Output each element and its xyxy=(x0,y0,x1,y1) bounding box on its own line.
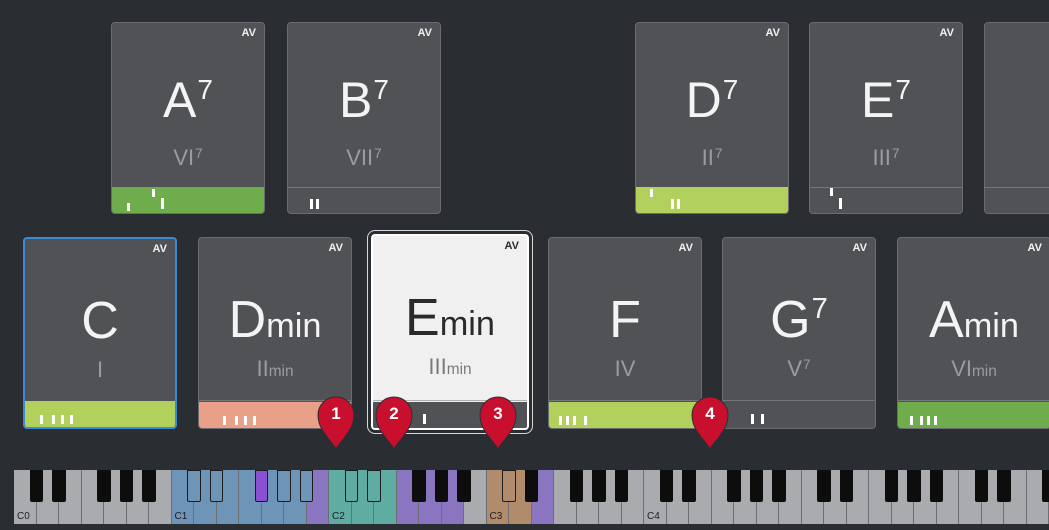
voicing-marker-3: 3 xyxy=(474,393,522,451)
octave-label: C3 xyxy=(489,511,503,522)
black-key[interactable] xyxy=(187,470,201,502)
marker-number: 3 xyxy=(493,404,503,423)
black-key[interactable] xyxy=(142,470,156,502)
octave-label: C0 xyxy=(17,511,30,522)
marker-number: 4 xyxy=(705,404,715,423)
voicing-indicator xyxy=(25,401,175,427)
voicing-indicator xyxy=(723,402,875,428)
chord-pad-c[interactable]: AV C I xyxy=(23,237,177,429)
chord-pad-f[interactable]: AV F IV xyxy=(548,237,702,429)
black-key[interactable] xyxy=(929,470,944,502)
chord-pads-area: AV A7 VI7 AV B7 VII7 AV D7 II7 AV E7 III… xyxy=(0,0,1049,450)
adaptive-voicing-badge: AV xyxy=(328,242,343,254)
black-key[interactable] xyxy=(974,470,989,502)
black-key[interactable] xyxy=(569,470,584,502)
chord-degree: IIImin xyxy=(428,354,472,379)
pad-divider xyxy=(985,187,1049,188)
black-key[interactable] xyxy=(412,470,426,502)
chord-name: Amin xyxy=(929,291,1019,349)
black-key[interactable] xyxy=(277,470,291,502)
adaptive-voicing-badge: AV xyxy=(852,242,867,254)
chord-pad-b7[interactable]: AV B7 VII7 xyxy=(287,22,441,214)
voicing-indicator xyxy=(898,402,1049,428)
black-key[interactable] xyxy=(592,470,606,502)
chord-degree: V7 xyxy=(787,356,811,381)
adaptive-voicing-badge: AV xyxy=(1027,242,1042,254)
black-key[interactable] xyxy=(614,470,629,502)
octave-label: C2 xyxy=(332,511,345,522)
voicing-indicator xyxy=(549,402,701,428)
black-key[interactable] xyxy=(367,470,381,502)
black-key[interactable] xyxy=(997,470,1011,502)
chord-name: B7 xyxy=(339,72,389,128)
black-key[interactable] xyxy=(817,470,831,502)
voicing-indicator xyxy=(288,187,440,213)
piano-keyboard[interactable]: C0 C1 C2 C3 C4 xyxy=(14,470,1049,524)
voicing-marker-1: 1 xyxy=(312,393,360,451)
black-key[interactable] xyxy=(119,470,134,502)
black-key[interactable] xyxy=(659,470,674,502)
black-key[interactable] xyxy=(344,470,359,502)
pad-divider xyxy=(549,400,701,401)
adaptive-voicing-badge: AV xyxy=(152,243,167,255)
black-key[interactable] xyxy=(749,470,764,502)
voicing-marker-4: 4 xyxy=(686,393,734,451)
adaptive-voicing-badge: AV xyxy=(504,240,519,252)
chord-degree: II7 xyxy=(701,145,723,170)
black-key[interactable] xyxy=(299,470,314,502)
chord-degree: VImin xyxy=(951,356,997,381)
adaptive-voicing-badge: AV xyxy=(417,27,432,39)
chord-name: F xyxy=(609,291,641,349)
marker-number: 1 xyxy=(331,404,341,423)
chord-name: G7 xyxy=(770,291,828,349)
voicing-marker-2: 2 xyxy=(370,393,418,451)
pad-divider xyxy=(723,400,875,401)
chord-name: A7 xyxy=(163,72,213,128)
chord-pad-d7[interactable]: AV D7 II7 xyxy=(635,22,789,214)
adaptive-voicing-badge: AV xyxy=(765,27,780,39)
chord-degree: III7 xyxy=(872,145,900,170)
chord-pad-amin[interactable]: AV Amin VImin xyxy=(897,237,1049,429)
chord-degree: VI7 xyxy=(173,145,203,170)
pad-divider xyxy=(898,400,1049,401)
black-key[interactable] xyxy=(254,470,269,502)
adaptive-voicing-badge: AV xyxy=(678,242,693,254)
chord-name: Dmin xyxy=(228,291,322,349)
black-key[interactable] xyxy=(772,470,786,502)
chord-name: E7 xyxy=(861,72,911,128)
adaptive-voicing-badge: AV xyxy=(939,27,954,39)
chord-pad-g7[interactable]: AV G7 V7 xyxy=(722,237,876,429)
black-key[interactable] xyxy=(97,470,111,502)
chord-degree: I xyxy=(96,357,104,382)
adaptive-voicing-badge: AV xyxy=(241,27,256,39)
chord-name: D7 xyxy=(685,72,739,128)
chord-name: C xyxy=(81,292,119,350)
black-key[interactable] xyxy=(1042,470,1049,502)
voicing-indicator xyxy=(810,187,962,213)
black-key[interactable] xyxy=(727,470,741,502)
black-key[interactable] xyxy=(884,470,899,502)
black-key[interactable] xyxy=(839,470,854,502)
black-key[interactable] xyxy=(434,470,449,502)
black-key[interactable] xyxy=(907,470,921,502)
black-key[interactable] xyxy=(457,470,471,502)
chord-pad-partial[interactable] xyxy=(984,22,1049,214)
octave-label: C4 xyxy=(647,511,660,522)
voicing-indicator xyxy=(636,187,788,213)
black-key[interactable] xyxy=(682,470,696,502)
chord-degree: VII7 xyxy=(346,145,382,170)
black-key[interactable] xyxy=(502,470,516,502)
black-key[interactable] xyxy=(524,470,539,502)
chord-name: Emin xyxy=(405,289,495,347)
marker-number: 2 xyxy=(389,404,399,423)
octave-label: C1 xyxy=(174,511,188,522)
chord-pad-e7[interactable]: AV E7 III7 xyxy=(809,22,963,214)
chord-pad-a7[interactable]: AV A7 VI7 xyxy=(111,22,265,214)
black-key[interactable] xyxy=(52,470,66,502)
voicing-indicator xyxy=(112,187,264,213)
black-key[interactable] xyxy=(29,470,44,502)
black-key[interactable] xyxy=(209,470,224,502)
chord-degree: IV xyxy=(614,356,636,381)
chord-degree: IImin xyxy=(256,356,294,381)
